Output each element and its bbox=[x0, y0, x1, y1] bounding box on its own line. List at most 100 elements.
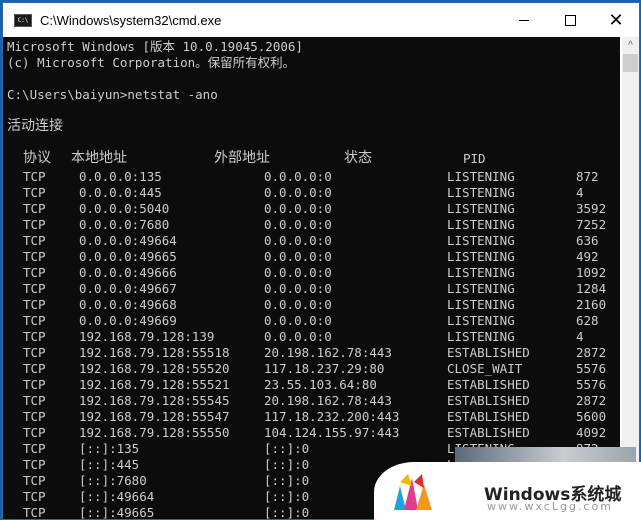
cell-proto: TCP bbox=[23, 217, 46, 232]
cell-foreign: 0.0.0.0:0 bbox=[264, 169, 332, 184]
cell-local: [::]:445 bbox=[79, 457, 140, 472]
cell-foreign: 0.0.0.0:0 bbox=[264, 313, 332, 328]
header-proto: 协议 bbox=[23, 150, 51, 166]
banner-version: Microsoft Windows [版本 10.0.19045.2006] bbox=[7, 39, 303, 54]
cell-foreign: [::]:0 bbox=[264, 457, 310, 472]
cell-local: 0.0.0.0:7680 bbox=[79, 217, 170, 232]
close-button[interactable]: ✕ bbox=[593, 3, 639, 37]
cell-pid: 5576 bbox=[576, 377, 607, 392]
minimize-button[interactable] bbox=[501, 3, 547, 37]
watermark: Windows系统城 www.wxcLgg.com bbox=[374, 462, 641, 520]
watermark-url: www.wxcLgg.com bbox=[487, 500, 613, 513]
cell-local: [::]:7680 bbox=[79, 473, 147, 488]
banner-copyright: (c) Microsoft Corporation。保留所有权利。 bbox=[7, 55, 296, 70]
cell-proto: TCP bbox=[23, 313, 46, 328]
table-row: TCP 0.0.0.0:49665 0.0.0.0:0 LISTENING 492 bbox=[3, 249, 620, 265]
cell-proto: TCP bbox=[23, 185, 46, 200]
table-row: TCP 0.0.0.0:49666 0.0.0.0:0 LISTENING 1092 bbox=[3, 265, 620, 281]
cell-local: 0.0.0.0:49669 bbox=[79, 313, 177, 328]
cell-local: 192.168.79.128:55545 bbox=[79, 393, 230, 408]
cell-pid: 4 bbox=[576, 185, 584, 200]
cell-local: 0.0.0.0:445 bbox=[79, 185, 162, 200]
cell-state: LISTENING bbox=[447, 313, 515, 328]
cell-local: 192.168.79.128:55521 bbox=[79, 377, 230, 392]
cell-proto: TCP bbox=[23, 249, 46, 264]
cell-state: ESTABLISHED bbox=[447, 377, 530, 392]
cell-proto: TCP bbox=[23, 393, 46, 408]
cell-foreign: 104.124.155.97:443 bbox=[264, 425, 400, 440]
cell-local: 0.0.0.0:49664 bbox=[79, 233, 177, 248]
cell-proto: TCP bbox=[23, 489, 46, 504]
cell-local: 192.168.79.128:55518 bbox=[79, 345, 230, 360]
cell-pid: 5600 bbox=[576, 409, 607, 424]
table-row: TCP 192.168.79.128:55521 23.55.103.64:80 ES… bbox=[3, 377, 620, 393]
cell-proto: TCP bbox=[23, 169, 46, 184]
header-foreign: 外部地址 bbox=[214, 150, 270, 166]
cell-local: [::]:49664 bbox=[79, 489, 155, 504]
cell-foreign: [::]:0 bbox=[264, 473, 310, 488]
cell-pid: 636 bbox=[576, 233, 599, 248]
cell-proto: TCP bbox=[23, 345, 46, 360]
cell-foreign: 0.0.0.0:0 bbox=[264, 201, 332, 216]
table-row: TCP 0.0.0.0:135 0.0.0.0:0 LISTENING 872 bbox=[3, 169, 620, 185]
table-row: TCP 192.168.79.128:55547 117.18.232.200:44… bbox=[3, 409, 620, 425]
cell-proto: TCP bbox=[23, 281, 46, 296]
cmd-icon: C:\ bbox=[14, 13, 32, 27]
cell-foreign: 0.0.0.0:0 bbox=[264, 233, 332, 248]
window-controls: ✕ bbox=[501, 3, 639, 37]
cell-local: 192.168.79.128:55547 bbox=[79, 409, 230, 424]
cell-pid: 7252 bbox=[576, 217, 607, 232]
cell-state: CLOSE_WAIT bbox=[447, 361, 523, 376]
cell-local: 0.0.0.0:49668 bbox=[79, 297, 177, 312]
cell-foreign: 0.0.0.0:0 bbox=[264, 297, 332, 312]
cell-pid: 1284 bbox=[576, 281, 607, 296]
cell-foreign: 0.0.0.0:0 bbox=[264, 249, 332, 264]
header-pid: PID bbox=[463, 151, 486, 166]
table-row: TCP 0.0.0.0:49664 0.0.0.0:0 LISTENING 636 bbox=[3, 233, 620, 249]
table-row: TCP 0.0.0.0:5040 0.0.0.0:0 LISTENING 3592 bbox=[3, 201, 620, 217]
cell-proto: TCP bbox=[23, 201, 46, 216]
scroll-thumb[interactable] bbox=[623, 54, 638, 72]
cell-local: 192.168.79.128:55550 bbox=[79, 425, 230, 440]
cell-pid: 5576 bbox=[576, 361, 607, 376]
cell-proto: TCP bbox=[23, 425, 46, 440]
minimize-icon bbox=[519, 19, 529, 21]
close-icon: ✕ bbox=[608, 9, 624, 31]
cell-local: 192.168.79.128:55520 bbox=[79, 361, 230, 376]
cell-foreign: 0.0.0.0:0 bbox=[264, 265, 332, 280]
cell-pid: 1092 bbox=[576, 265, 607, 280]
table-row: TCP 192.168.79.128:55550 104.124.155.97:44… bbox=[3, 425, 620, 441]
cell-proto: TCP bbox=[23, 377, 46, 392]
cell-state: LISTENING bbox=[447, 217, 515, 232]
cell-foreign: [::]:0 bbox=[264, 489, 310, 504]
cell-proto: TCP bbox=[23, 473, 46, 488]
maximize-button[interactable] bbox=[547, 3, 593, 37]
cell-state: ESTABLISHED bbox=[447, 409, 530, 424]
cell-local: 0.0.0.0:49667 bbox=[79, 281, 177, 296]
cell-foreign: [::]:0 bbox=[264, 505, 310, 519]
cell-proto: TCP bbox=[23, 297, 46, 312]
cell-pid: 2872 bbox=[576, 345, 607, 360]
cell-pid: 492 bbox=[576, 249, 599, 264]
cell-local: 0.0.0.0:5040 bbox=[79, 201, 170, 216]
cell-foreign: 0.0.0.0:0 bbox=[264, 329, 332, 344]
cell-state: LISTENING bbox=[447, 233, 515, 248]
cell-proto: TCP bbox=[23, 457, 46, 472]
cell-state: ESTABLISHED bbox=[447, 345, 530, 360]
table-row: TCP 0.0.0.0:445 0.0.0.0:0 LISTENING 4 bbox=[3, 185, 620, 201]
cell-foreign: 117.18.237.29:80 bbox=[264, 361, 385, 376]
cell-state: LISTENING bbox=[447, 249, 515, 264]
table-row: TCP 0.0.0.0:49667 0.0.0.0:0 LISTENING 1284 bbox=[3, 281, 620, 297]
scroll-up-icon[interactable]: ^ bbox=[622, 37, 639, 54]
cell-state: LISTENING bbox=[447, 297, 515, 312]
cell-state: ESTABLISHED bbox=[447, 425, 530, 440]
cell-state: LISTENING bbox=[447, 169, 515, 184]
cell-foreign: 20.198.162.78:443 bbox=[264, 393, 392, 408]
cell-proto: TCP bbox=[23, 233, 46, 248]
title-bar[interactable]: C:\ C:\Windows\system32\cmd.exe ✕ bbox=[3, 3, 639, 37]
cell-local: [::]:49665 bbox=[79, 505, 155, 519]
table-row: TCP 0.0.0.0:49668 0.0.0.0:0 LISTENING 2160 bbox=[3, 297, 620, 313]
window-title: C:\Windows\system32\cmd.exe bbox=[40, 12, 222, 28]
table-row: TCP 192.168.79.128:55518 20.198.162.78:443… bbox=[3, 345, 620, 361]
cell-foreign: 0.0.0.0:0 bbox=[264, 281, 332, 296]
